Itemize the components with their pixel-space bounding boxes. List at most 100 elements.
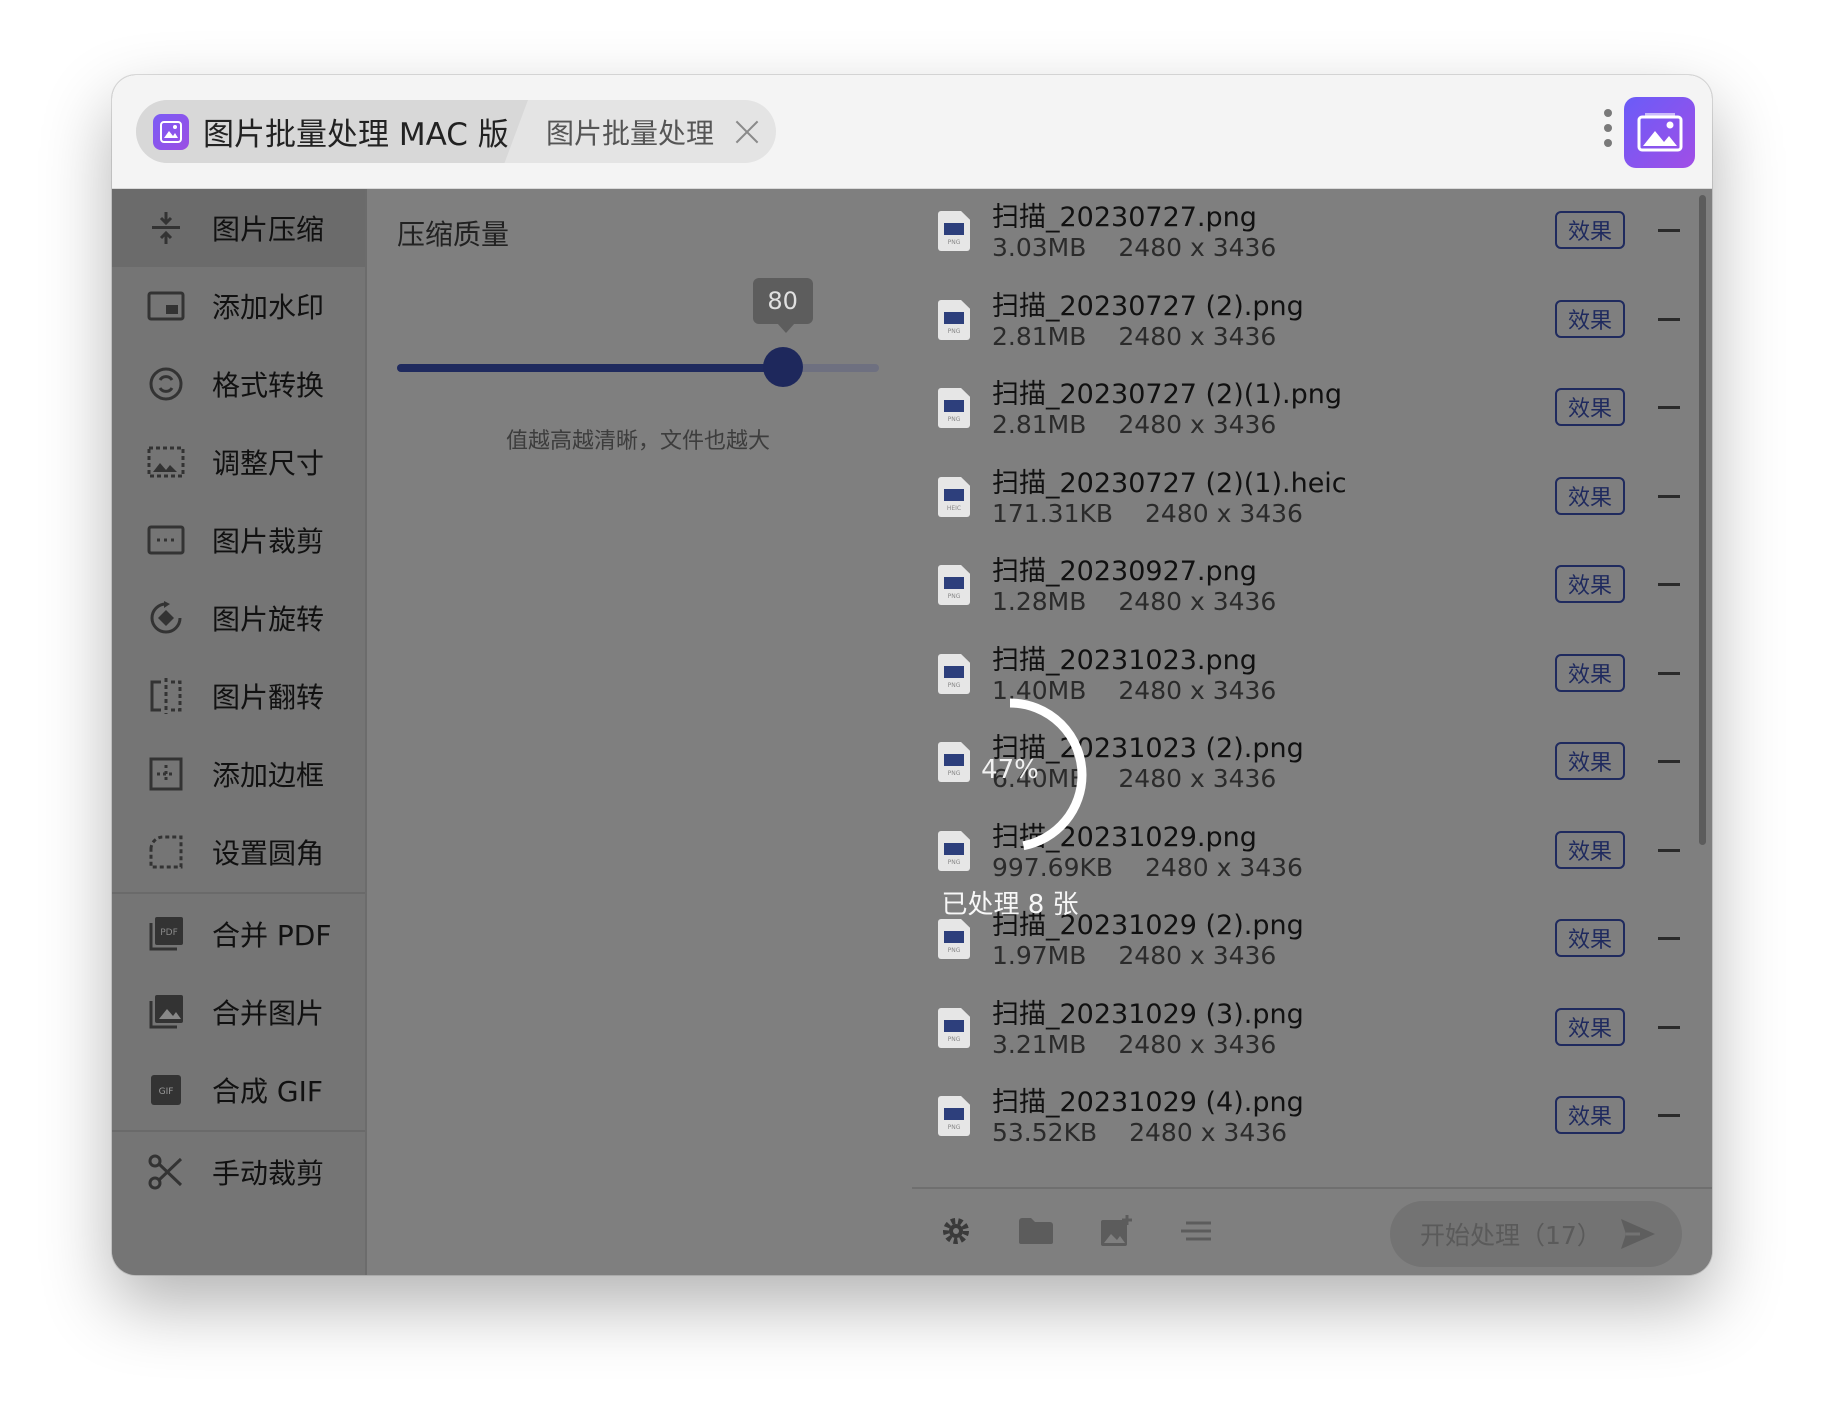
add-image-icon[interactable] [1096,1211,1136,1251]
effect-button[interactable]: 效果 [1555,1008,1625,1046]
file-meta: 2.81MB 2480 x 3436 [992,322,1276,351]
file-ext-label: PNG [947,1124,961,1131]
file-icon: PNG [938,300,970,340]
file-row[interactable]: PNG 扫描_20230727 (2)(1).png 2.81MB 2480 x 34… [912,366,1692,454]
progress-percent: 47% [981,755,1039,785]
file-ext-label: PNG [947,593,961,600]
more-menu-icon[interactable] [1604,109,1614,153]
folder-icon[interactable] [1016,1211,1056,1251]
file-name: 扫描_20230727 (2)(1).heic [992,468,1347,499]
sidebar-item-crop[interactable]: 图片裁剪 [112,501,365,579]
close-icon[interactable] [734,119,760,145]
app-logo-icon [153,113,189,150]
slider-hint: 值越高越清晰，文件也越大 [505,429,770,454]
remove-file-icon[interactable] [1658,495,1680,498]
sidebar-item-rounded-corner[interactable]: 设置圆角 [112,813,365,891]
sidebar-item-flip[interactable]: 图片翻转 [112,657,365,735]
remove-file-icon[interactable] [1658,849,1680,852]
file-size: 3.03MB [992,233,1087,262]
sidebar-item-gif[interactable]: GIF 合成 GIF [112,1051,365,1129]
file-meta: 1.97MB 2480 x 3436 [992,941,1276,970]
effect-button[interactable]: 效果 [1555,300,1625,338]
effect-button[interactable]: 效果 [1555,654,1625,692]
effect-button[interactable]: 效果 [1555,831,1625,869]
sidebar-item-watermark[interactable]: 添加水印 [112,267,365,345]
file-size: 1.97MB [992,941,1087,970]
file-list-scrollbar[interactable] [1699,195,1706,845]
file-meta: 171.31KB 2480 x 3436 [992,499,1303,528]
sidebar-item-label: 格式转换 [212,369,325,402]
file-row[interactable]: PNG 扫描_20230727.png 3.03MB 2480 x 3436 效果 [912,189,1692,277]
file-ext-label: PNG [947,1036,961,1043]
remove-file-icon[interactable] [1658,1114,1680,1117]
remove-file-icon[interactable] [1658,760,1680,763]
remove-file-icon[interactable] [1658,229,1680,232]
effect-button[interactable]: 效果 [1555,919,1625,957]
file-list: PNG 扫描_20230727.png 3.03MB 2480 x 3436 效果 PNG… [912,189,1712,1189]
remove-file-icon[interactable] [1658,672,1680,675]
svg-text:GIF: GIF [159,1087,174,1097]
panel-title: 压缩质量 [397,218,510,251]
sidebar-item-merge-images[interactable]: 合并图片 [112,973,365,1051]
sidebar-item-label: 合并 PDF [212,919,332,952]
file-dimensions: 2480 x 3436 [1118,1030,1277,1059]
file-size: 2.81MB [992,410,1087,439]
tab-app[interactable]: 图片批量处理 MAC 版 [136,100,528,163]
file-row[interactable]: PNG 扫描_20231029 (3).png 3.21MB 2480 x 3436 效… [912,986,1692,1074]
effect-button[interactable]: 效果 [1555,1096,1625,1134]
sidebar-item-resize[interactable]: 调整尺寸 [112,423,365,501]
remove-file-icon[interactable] [1658,406,1680,409]
file-ext-label: HEIC [946,505,962,512]
effect-button[interactable]: 效果 [1555,565,1625,603]
file-row[interactable]: HEIC 扫描_20230727 (2)(1).heic 171.31KB 2480 … [912,455,1692,543]
effect-button[interactable]: 效果 [1555,211,1625,249]
list-icon[interactable] [1176,1211,1216,1251]
file-dimensions: 2480 x 3436 [1145,499,1303,528]
file-name: 扫描_20230727 (2).png [992,291,1304,322]
remove-file-icon[interactable] [1658,583,1680,586]
file-size: 1.28MB [992,587,1087,616]
remove-file-icon[interactable] [1658,937,1680,940]
file-row[interactable]: PNG 扫描_20230727 (2).png 2.81MB 2480 x 3436 效… [912,278,1692,366]
gear-icon[interactable] [936,1211,976,1251]
sidebar-item-rotate[interactable]: 图片旋转 [112,579,365,657]
start-processing-button[interactable]: 开始处理（17） [1390,1201,1682,1267]
file-ext-label: PNG [947,328,961,335]
scissors-icon [146,1152,186,1192]
file-ext-label: PNG [947,682,961,689]
border-icon [146,754,186,794]
effect-button[interactable]: 效果 [1555,477,1625,515]
sidebar-item-border[interactable]: 添加边框 [112,735,365,813]
file-size: 3.21MB [992,1030,1087,1059]
sidebar-divider [112,1130,365,1132]
svg-text:PDF: PDF [160,928,178,938]
sidebar-item-convert[interactable]: 格式转换 [112,345,365,423]
gif-icon: GIF [146,1070,186,1110]
remove-file-icon[interactable] [1658,1026,1680,1029]
file-name: 扫描_20231029 (3).png [992,999,1304,1030]
sidebar-item-label: 设置圆角 [212,837,325,870]
sidebar-item-merge-pdf[interactable]: PDF 合并 PDF [112,895,365,973]
file-meta: 3.03MB 2480 x 3436 [992,233,1276,262]
tab-batch[interactable]: 图片批量处理 [546,100,760,163]
crop-icon [146,520,186,560]
flip-icon [146,676,186,716]
remove-file-icon[interactable] [1658,318,1680,321]
file-meta: 3.21MB 2480 x 3436 [992,1030,1276,1059]
sidebar-item-manual-crop[interactable]: 手动裁剪 [112,1133,365,1211]
file-icon: PNG [938,388,970,428]
convert-icon [146,364,186,404]
sidebar-item-label: 调整尺寸 [212,447,325,480]
slider-fill [397,364,783,372]
quality-slider[interactable] [397,347,879,387]
sidebar-item-compress[interactable]: 图片压缩 [112,189,365,267]
slider-handle[interactable] [762,347,803,387]
file-row[interactable]: PNG 扫描_20231029 (4).png 53.52KB 2480 x 3436… [912,1074,1692,1162]
file-row[interactable]: PNG 扫描_20230927.png 1.28MB 2480 x 3436 效果 [912,543,1692,631]
effect-button[interactable]: 效果 [1555,742,1625,780]
effect-button[interactable]: 效果 [1555,388,1625,426]
file-icon: PNG [938,211,970,251]
file-dimensions: 2480 x 3436 [1118,587,1277,616]
sidebar-divider [112,892,365,894]
sidebar-item-label: 合成 GIF [212,1075,323,1108]
